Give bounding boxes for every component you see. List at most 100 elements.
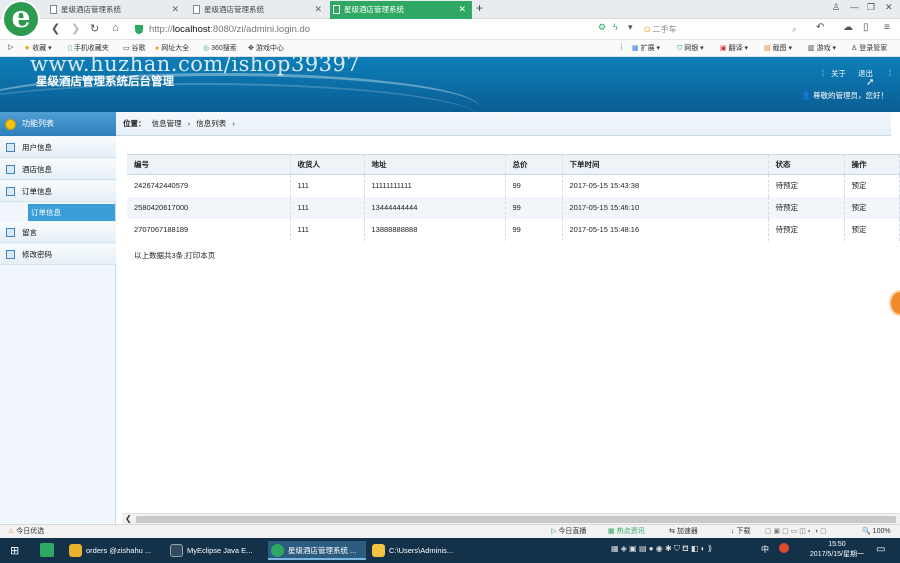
browser-logo-icon: e <box>4 2 38 36</box>
windows-start-icon[interactable]: ⊞ <box>10 544 19 557</box>
taskbar-clock[interactable]: 15:50 2017/5/15/星期一 <box>810 540 864 560</box>
horizontal-scrollbar[interactable]: ❮ <box>122 513 900 524</box>
browser-tab-label: 星级酒店管理系统 <box>344 5 404 14</box>
close-icon[interactable]: ✕ <box>458 1 466 18</box>
restore-icon[interactable]: ❐ <box>867 2 875 13</box>
bookmark-directory[interactable]: ● 网址大全 <box>155 43 189 53</box>
taskbar-item-browser[interactable]: 星级酒店管理系统 ... <box>268 541 366 560</box>
sidebar-item-users[interactable]: 用户信息 <box>0 137 116 158</box>
ime-indicator[interactable]: 中 <box>761 544 769 555</box>
taskbar-item-explorer[interactable]: C:\Users\Adminis... <box>369 541 467 560</box>
forward-icon[interactable]: ❯ <box>71 22 80 35</box>
page-icon <box>50 5 57 14</box>
back-icon[interactable]: ❮ <box>51 22 60 35</box>
sidebar-item-label: 订单信息 <box>31 208 61 217</box>
status-news[interactable]: ▦ 热点资讯 <box>608 525 645 538</box>
reload-icon[interactable]: ↻ <box>90 22 99 35</box>
url-field[interactable]: http://localhost:8080/zi/admini.login.do <box>135 22 625 37</box>
app-icon <box>170 544 183 557</box>
sidebar-item-change-password[interactable]: 修改密码 <box>0 244 116 265</box>
search-input[interactable]: ⭘ 二手车 ⌕ <box>644 22 804 37</box>
separator: ¦ <box>822 68 824 77</box>
ext-translate[interactable]: ▣ 翻译 ▾ <box>720 43 748 53</box>
folder-icon <box>372 544 385 557</box>
page-header: www.huzhan.com/ishop39397 星级酒店管理系统后台管理 ¦… <box>0 57 900 112</box>
bookmark-games[interactable]: ✥ 游戏中心 <box>248 43 284 53</box>
sidebar-item-label: 修改密码 <box>22 250 52 259</box>
cell-order-time: 2017-05-15 15:46:10 <box>562 196 769 219</box>
cell-receiver: 111 <box>290 196 365 219</box>
ext-extensions[interactable]: ▦ 扩展 ▾ <box>632 43 660 53</box>
shirt-icon[interactable]: ♙ <box>832 2 840 13</box>
status-accelerator[interactable]: ⇆ 加速器 <box>669 525 698 538</box>
floating-assistant-button[interactable] <box>889 290 900 316</box>
zoom-level[interactable]: 🔍 100% <box>862 525 891 538</box>
ext-screenshot[interactable]: ▤ 截图 ▾ <box>764 43 792 53</box>
list-icon <box>6 187 15 196</box>
search-icon[interactable]: ⌕ <box>792 22 796 37</box>
ext-login-manager[interactable]: ♙ 登录管家 <box>851 43 887 53</box>
sidebar-item-messages[interactable]: 留言 <box>0 222 116 243</box>
notification-icon[interactable]: ▭ <box>876 544 885 555</box>
ext-games[interactable]: ▥ 游戏 ▾ <box>808 43 836 53</box>
taskbar-item-myeclipse[interactable]: MyEclipse Java E... <box>167 541 265 560</box>
minimize-icon[interactable]: — <box>850 2 859 12</box>
new-tab-button[interactable]: + <box>476 1 483 15</box>
ext-banking[interactable]: ⛉ 网银 ▾ <box>677 43 704 53</box>
sidebar-subitem-order-info[interactable]: 订单信息 <box>28 204 115 221</box>
taskbar-item-navicat[interactable]: orders @zishahu ... <box>66 541 164 560</box>
sidebar-header: 功能列表 <box>0 112 116 136</box>
bookmark-mobile[interactable]: ▯ 手机收藏夹 <box>68 43 109 53</box>
browser-tab-bar: 星级酒店管理系统 ✕ 星级酒店管理系统 ✕ 星级酒店管理系统 ✕ + ♙ — ❐… <box>0 0 900 19</box>
app-icon <box>271 544 284 557</box>
bookmark-favorites[interactable]: ★ 收藏 ▾ <box>24 43 52 53</box>
tray-icons[interactable]: ▦ ◈ ▣ ▤ ● ◉ ✱ ⛉ ⛾ ◧ ◐ ⟫ <box>611 544 712 554</box>
breadcrumb-separator-icon: › <box>187 119 191 128</box>
bookmark-google[interactable]: ▭ 谷歌 <box>123 43 146 53</box>
lightning-icon[interactable]: ϟ <box>613 22 618 32</box>
about-link[interactable]: 关于 <box>831 68 846 79</box>
breadcrumb-level1[interactable]: 信息管理 <box>152 119 182 128</box>
cell-total: 99 <box>505 196 563 219</box>
cell-order-id: 2426742440579 <box>127 174 291 197</box>
table-footer-note[interactable]: 以上数据共3条,打印本页 <box>134 250 215 261</box>
bookmark-360search[interactable]: ◎ 360搜索 <box>203 43 237 53</box>
browser-tab-label: 星级酒店管理系统 <box>204 5 264 14</box>
browser-tab-3-active[interactable]: 星级酒店管理系统 ✕ <box>330 1 472 19</box>
ime-icon[interactable] <box>779 543 789 553</box>
daily-picks[interactable]: ♨ 今日优选 <box>8 525 44 538</box>
close-window-icon[interactable]: ✕ <box>885 2 893 13</box>
breadcrumb-level2[interactable]: 信息列表 <box>196 119 226 128</box>
greeting: 👤 尊敬的管理员，您好！ <box>801 91 888 100</box>
scroll-left-icon[interactable]: ❮ <box>125 514 132 523</box>
undo-icon[interactable]: ↶ <box>816 22 824 33</box>
book-link[interactable]: 预定 <box>844 174 900 197</box>
home-icon[interactable]: ⌂ <box>112 22 119 34</box>
book-link[interactable]: 预定 <box>844 196 900 219</box>
browser-tab-2[interactable]: 星级酒店管理系统 ✕ <box>190 1 328 19</box>
browser-tab-1[interactable]: 星级酒店管理系统 ✕ <box>47 1 185 19</box>
menu-icon[interactable]: ≡ <box>884 22 890 33</box>
scrollbar-thumb[interactable] <box>136 516 896 523</box>
close-icon[interactable]: ✕ <box>171 1 179 18</box>
dropdown-icon[interactable]: ▾ <box>628 22 633 33</box>
more-icon[interactable]: ⋮ <box>618 43 625 51</box>
phone-icon[interactable]: ▯ <box>863 22 869 33</box>
status-download[interactable]: ↓ 下载 <box>731 525 750 538</box>
chevron-down-icon <box>5 119 16 130</box>
sidebar-item-orders[interactable]: 订单信息 <box>0 181 116 202</box>
app-icon[interactable] <box>40 543 54 557</box>
table-row: 2580420617000 111 13444444444 99 2017-05… <box>127 196 900 219</box>
settings-icon[interactable]: ⚙ <box>598 22 606 33</box>
book-link[interactable]: 预定 <box>844 218 900 241</box>
sidebar-item-hotels[interactable]: 酒店信息 <box>0 159 116 180</box>
cloud-icon[interactable]: ☁ <box>843 22 853 33</box>
column-header: 总价 <box>505 154 563 175</box>
status-live[interactable]: ▷ 今日直播 <box>551 525 586 538</box>
sidebar-item-label: 订单信息 <box>22 187 52 196</box>
sidebar-item-label: 酒店信息 <box>22 165 52 174</box>
close-icon[interactable]: ✕ <box>314 1 322 18</box>
sidebar-toggle-icon[interactable]: ▷ <box>8 43 13 51</box>
column-header: 收货人 <box>290 154 365 175</box>
url-scheme: http:// <box>149 24 173 35</box>
